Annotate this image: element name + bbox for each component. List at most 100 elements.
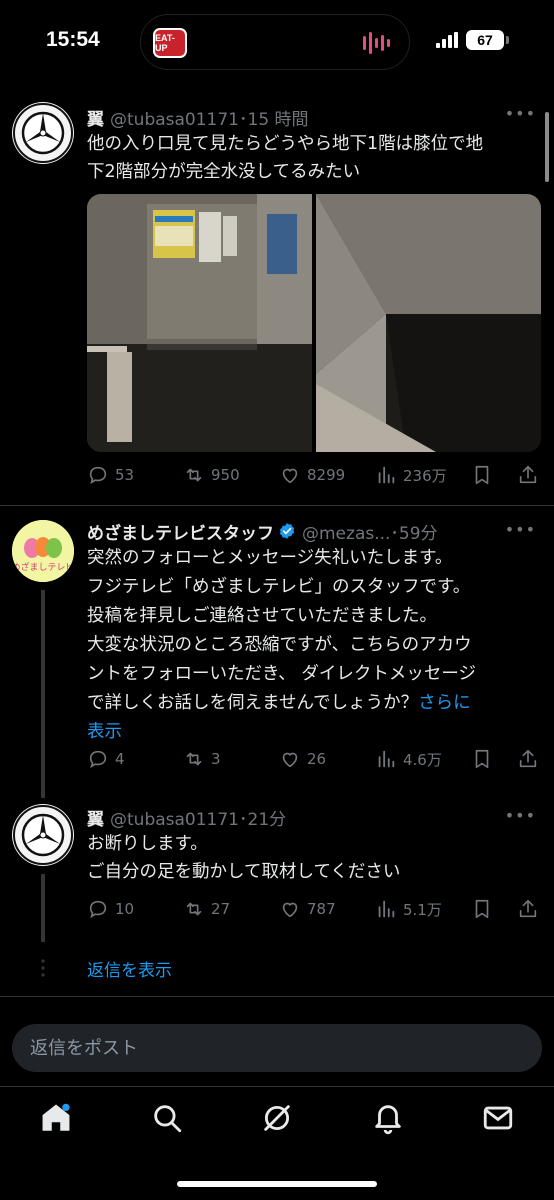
home-indicator[interactable] [177,1181,377,1187]
tweet-header: 翼 @tubasa01171･21分 [87,804,286,830]
grok-icon [264,1105,290,1131]
nav-grok[interactable] [260,1101,294,1135]
repost-count: 27 [211,900,231,918]
tweet-text-line: 突然のフォローとメッセージ失礼いたします。 [87,548,453,568]
views-icon [378,900,395,918]
share-icon [519,749,537,768]
reply-button[interactable]: 53 [87,460,134,490]
tweet-text-line: ご自分の足を動かして取材してください [87,862,401,882]
tweet-text-line: 下2階部分が完全水没してるみたい [87,162,361,182]
handle-time[interactable]: @tubasa01171･15 時間 [110,105,309,130]
display-name[interactable]: めざましテレビスタッフ [87,519,274,544]
reply-icon [89,750,107,769]
tweet-text-line: お断りします。 [87,834,208,854]
share-icon [519,899,537,918]
more-options-icon[interactable]: ••• [505,806,536,825]
tweet-header: めざましテレビスタッフ @mezas...･59分 [87,518,438,544]
share-icon [519,465,537,484]
like-button[interactable]: 787 [279,894,336,924]
repost-button[interactable]: 3 [183,744,221,774]
tweet-actions: 4 3 26 4.6万 [87,744,542,774]
tweet-actions: 10 27 787 5.1万 [87,894,542,924]
reply-composer[interactable] [12,1024,542,1072]
status-bar: 15:54 EAT-UP 67 [0,0,554,86]
repost-count: 950 [211,466,240,484]
tweet-text-line: 大変な状況のところ恐縮ですが、こちらのアカウ [87,635,472,655]
bookmark-button[interactable] [471,744,493,774]
heart-icon [282,902,298,918]
reply-icon [89,466,107,485]
audio-wave-icon [363,32,390,54]
reply-button[interactable]: 4 [87,744,125,774]
show-more-link[interactable]: 表示 [87,722,122,742]
repost-icon [186,468,202,482]
repost-count: 3 [211,750,221,768]
tweet-text-line: で詳しくお話しを伺えませんでしょうか？ [87,693,419,713]
handle-time[interactable]: @mezas...･59分 [302,519,438,544]
tweet-text-line: ントをフォローいただき、 ダイレクトメッセージ [87,664,476,684]
nav-notifications[interactable] [371,1101,405,1135]
views-button[interactable]: 4.6万 [375,744,442,774]
views-button[interactable]: 5.1万 [375,894,442,924]
reply-input[interactable] [30,1024,520,1072]
share-button[interactable] [517,894,539,924]
bookmark-icon [475,899,489,919]
nav-messages[interactable] [481,1101,515,1135]
island-app-icon: EAT-UP [153,28,187,58]
photo-flooded-entrance[interactable] [87,194,312,452]
clock: 15:54 [46,28,100,51]
view-count: 236万 [403,466,447,485]
avatar[interactable] [12,804,74,866]
share-button[interactable] [517,460,539,490]
battery-nub [506,36,509,44]
scroll-indicator[interactable] [545,112,549,182]
tweet-header: 翼 @tubasa01171･15 時間 [87,104,309,130]
nav-home[interactable] [39,1101,73,1135]
mercedes-logo-icon [13,805,73,865]
bookmark-button[interactable] [471,894,493,924]
show-more-link[interactable]: さらに [418,693,471,713]
display-name[interactable]: 翼 [87,805,104,830]
repost-button[interactable]: 27 [183,894,230,924]
thread-line [41,874,45,942]
tweet-text-line: 他の入り口見て見たらどうやら地下1階は膝位で地 [87,134,484,154]
reply-count: 10 [115,900,135,918]
media-grid [87,194,541,452]
tweet-text: 突然のフォローとメッセージ失礼いたします。 フジテレビ「めざましテレビ」のスタッ… [87,544,537,747]
share-button[interactable] [517,744,539,774]
tweet-text: お断りします。 ご自分の足を動かして取材してください [87,830,537,886]
tweet-actions: 53 950 8299 236万 [87,460,542,490]
views-button[interactable]: 236万 [375,460,447,490]
reply-button[interactable]: 10 [87,894,134,924]
like-count: 8299 [307,466,346,484]
repost-button[interactable]: 950 [183,460,240,490]
avatar-label: めざましテレビ [12,561,74,573]
heart-icon [282,752,298,768]
like-count: 787 [307,900,336,918]
mezamashi-logo-icon: めざましテレビ [12,520,74,582]
repost-icon [186,902,202,916]
dynamic-island[interactable]: EAT-UP [140,14,410,70]
tweet-text-line: 投稿を拝見しご連絡させていただきました。 [87,606,437,626]
mercedes-logo-icon [13,103,73,163]
repost-icon [186,752,202,766]
bookmark-icon [475,749,489,769]
nav-search[interactable] [150,1101,184,1135]
show-replies-link[interactable]: 返信を表示 [87,956,172,981]
tweet-text: 他の入り口見て見たらどうやら地下1階は膝位で地 下2階部分が完全水没してるみたい [87,130,537,186]
like-button[interactable]: 8299 [279,460,345,490]
like-button[interactable]: 26 [279,744,326,774]
avatar[interactable]: めざましテレビ [12,520,74,582]
photo-flooded-stairwell[interactable] [316,194,541,452]
more-options-icon[interactable]: ••• [505,104,536,123]
views-icon [378,466,395,484]
handle-time[interactable]: @tubasa01171･21分 [110,805,286,830]
verified-badge-icon [279,523,295,539]
bookmark-button[interactable] [471,460,493,490]
photo-flooded-entrance-image [87,194,312,452]
search-icon [154,1105,182,1133]
notifications-icon [375,1105,401,1135]
avatar[interactable] [12,102,74,164]
more-options-icon[interactable]: ••• [505,520,536,539]
display-name[interactable]: 翼 [87,105,104,130]
